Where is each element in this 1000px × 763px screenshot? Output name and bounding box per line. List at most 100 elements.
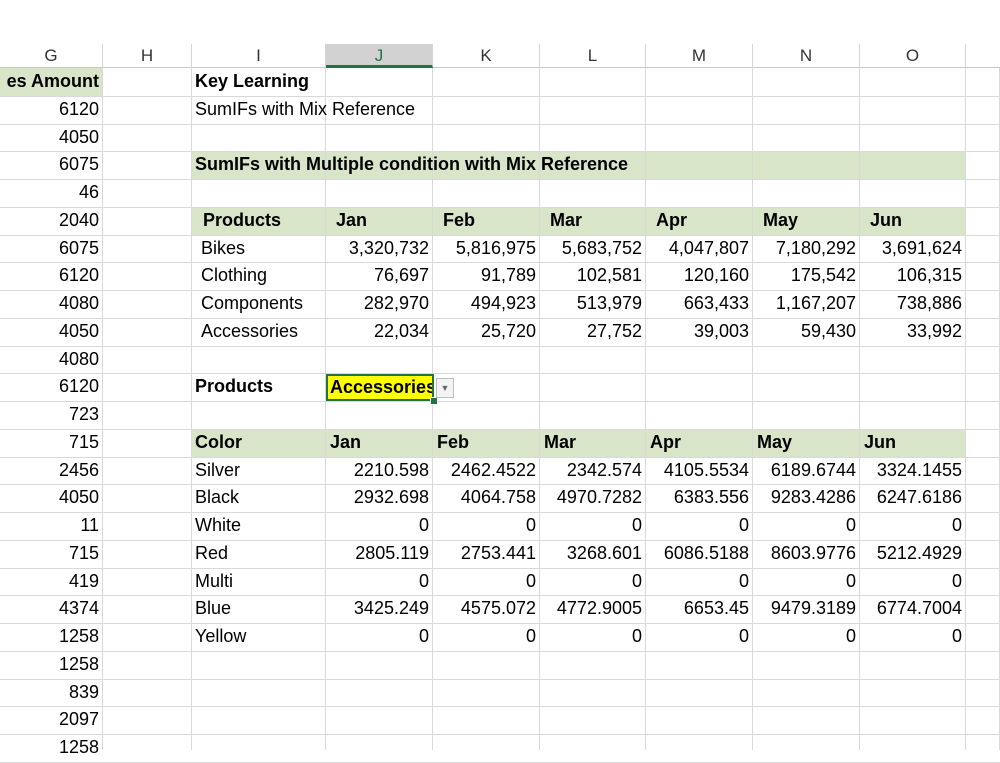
table2-cell[interactable]: 4772.9005 [540,595,646,622]
table2-cell[interactable]: 0 [540,568,646,595]
g-cell[interactable]: 6075 [0,151,103,178]
table2-cell[interactable]: 6383.556 [646,484,753,511]
table1-cell[interactable]: 33,992 [860,318,966,345]
table1-cell[interactable]: 7,180,292 [753,235,860,262]
table1-cell[interactable]: 4,047,807 [646,235,753,262]
g-cell[interactable]: 419 [0,568,103,595]
table2-cell[interactable]: 4064.758 [433,484,540,511]
table2-cell[interactable]: 0 [753,568,860,595]
table2-cell[interactable]: 3324.1455 [860,457,966,484]
table1-cell[interactable]: 120,160 [646,262,753,289]
table1-cell[interactable]: 3,320,732 [326,235,433,262]
column-header-g[interactable]: G [0,44,103,68]
table2-cell[interactable]: 5212.4929 [860,540,966,567]
table2-cell[interactable]: 2342.574 [540,457,646,484]
table2-cell[interactable]: 4970.7282 [540,484,646,511]
g-cell[interactable]: 715 [0,540,103,567]
g-cell[interactable]: 6120 [0,262,103,289]
column-header-o[interactable]: O [860,44,966,68]
table2-cell[interactable]: 0 [860,568,966,595]
table2-cell[interactable]: 6086.5188 [646,540,753,567]
table2-cell[interactable]: 0 [753,512,860,539]
g-cell[interactable]: 4050 [0,124,103,151]
table2-cell[interactable]: 2805.119 [326,540,433,567]
table2-cell[interactable]: 0 [326,568,433,595]
table2-cell[interactable]: 6189.6744 [753,457,860,484]
table2-cell[interactable]: 0 [433,512,540,539]
table2-cell[interactable]: 8603.9776 [753,540,860,567]
g-cell[interactable]: 723 [0,401,103,428]
g-cell[interactable]: 2040 [0,207,103,234]
table1-cell[interactable]: 106,315 [860,262,966,289]
g-cell[interactable]: 11 [0,512,103,539]
table1-cell[interactable]: 175,542 [753,262,860,289]
g-cell[interactable]: 6120 [0,373,103,400]
table1-cell[interactable]: 1,167,207 [753,290,860,317]
g-cell[interactable]: 46 [0,179,103,206]
column-header-h[interactable]: H [103,44,192,68]
g-cell[interactable]: 1258 [0,623,103,650]
table1-cell[interactable]: 102,581 [540,262,646,289]
table1-cell[interactable]: 91,789 [433,262,540,289]
table2-cell[interactable]: 0 [326,512,433,539]
table1-cell[interactable]: 25,720 [433,318,540,345]
g-cell[interactable]: 6075 [0,235,103,262]
table1-cell[interactable]: 494,923 [433,290,540,317]
table2-cell[interactable]: 3425.249 [326,595,433,622]
column-header-m[interactable]: M [646,44,753,68]
table2-cell[interactable]: 4105.5534 [646,457,753,484]
column-header-l[interactable]: L [540,44,646,68]
table1-cell[interactable]: 59,430 [753,318,860,345]
g-cell[interactable]: 2456 [0,457,103,484]
g-cell[interactable]: 4080 [0,346,103,373]
g-cell[interactable]: 6120 [0,96,103,123]
column-header-i[interactable]: I [192,44,326,68]
g-cell[interactable]: 839 [0,679,103,706]
table1-cell[interactable]: 663,433 [646,290,753,317]
g-cell[interactable]: 4374 [0,595,103,622]
table2-cell[interactable]: 0 [540,623,646,650]
table1-cell[interactable]: 738,886 [860,290,966,317]
table2-cell[interactable]: 6774.7004 [860,595,966,622]
table2-cell[interactable]: 9283.4286 [753,484,860,511]
table1-cell[interactable]: 3,691,624 [860,235,966,262]
table2-cell[interactable]: 3268.601 [540,540,646,567]
column-header-p[interactable] [966,44,1000,68]
table1-cell[interactable]: 76,697 [326,262,433,289]
g-cell[interactable]: 4050 [0,484,103,511]
g-cell[interactable]: 2097 [0,706,103,733]
chevron-down-icon[interactable]: ▼ [436,378,454,398]
table1-cell[interactable]: 513,979 [540,290,646,317]
g-cell[interactable]: 1258 [0,651,103,678]
product-dropdown-cell[interactable]: Accessories [326,374,434,401]
table1-cell[interactable]: 282,970 [326,290,433,317]
column-header-n[interactable]: N [753,44,860,68]
table1-cell[interactable]: 22,034 [326,318,433,345]
table2-cell[interactable]: 0 [753,623,860,650]
table2-cell[interactable]: 0 [646,512,753,539]
table2-cell[interactable]: 2932.698 [326,484,433,511]
table2-cell[interactable]: 2753.441 [433,540,540,567]
table1-cell[interactable]: 39,003 [646,318,753,345]
g-cell[interactable]: 4050 [0,318,103,345]
table2-cell[interactable]: 0 [540,512,646,539]
g-cell[interactable]: 4080 [0,290,103,317]
column-header-j[interactable]: J [326,44,433,68]
table2-cell[interactable]: 0 [860,623,966,650]
table2-cell[interactable]: 2210.598 [326,457,433,484]
g-cell[interactable]: 1258 [0,734,103,761]
column-header-k[interactable]: K [433,44,540,68]
g-cell[interactable]: 715 [0,429,103,456]
table2-cell[interactable]: 6247.6186 [860,484,966,511]
table1-cell[interactable]: 5,816,975 [433,235,540,262]
table2-cell[interactable]: 0 [326,623,433,650]
table2-cell[interactable]: 0 [646,623,753,650]
table2-cell[interactable]: 0 [646,568,753,595]
table2-cell[interactable]: 0 [860,512,966,539]
table2-cell[interactable]: 0 [433,623,540,650]
table2-cell[interactable]: 9479.3189 [753,595,860,622]
table1-cell[interactable]: 27,752 [540,318,646,345]
table2-cell[interactable]: 6653.45 [646,595,753,622]
table2-cell[interactable]: 0 [433,568,540,595]
table2-cell[interactable]: 2462.4522 [433,457,540,484]
